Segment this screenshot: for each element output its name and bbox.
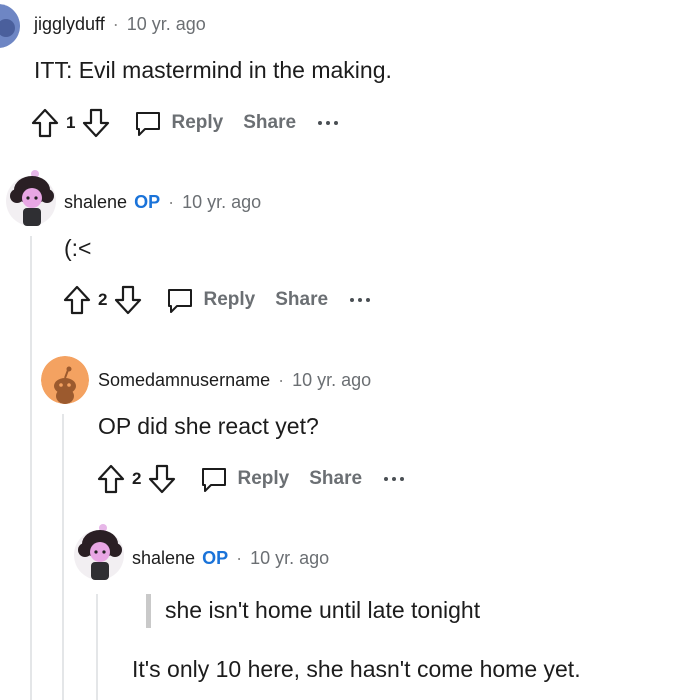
comment-timestamp[interactable]: 10 yr. ago — [292, 370, 371, 391]
avatar[interactable] — [41, 356, 89, 404]
comment-meta: Somedamnusername · 10 yr. ago — [98, 370, 371, 391]
downvote-arrow-icon — [115, 285, 142, 315]
speech-bubble-icon — [202, 468, 227, 492]
comment-actions: 2 Reply Share — [60, 282, 371, 318]
speech-bubble-icon — [168, 289, 193, 313]
meta-separator: · — [112, 14, 119, 34]
user-avatar-icon — [6, 170, 56, 226]
comment-actions: 2 Reply Share — [94, 461, 405, 497]
comment-body: (:< — [64, 235, 92, 261]
comment-timestamp[interactable]: 10 yr. ago — [127, 14, 206, 35]
thread-line-level-2[interactable] — [62, 414, 64, 700]
op-badge: OP — [134, 192, 161, 212]
upvote-button[interactable] — [94, 462, 128, 496]
thread-line-level-1[interactable] — [30, 236, 32, 700]
meta-separator: · — [236, 548, 243, 568]
comment-timestamp[interactable]: 10 yr. ago — [250, 548, 329, 569]
share-button[interactable]: Share — [275, 289, 328, 311]
avatar[interactable] — [72, 522, 126, 582]
downvote-arrow-icon — [83, 108, 110, 138]
share-button[interactable]: Share — [243, 112, 296, 134]
reply-label: Reply — [237, 468, 290, 489]
reply-button[interactable]: Reply — [165, 285, 255, 315]
blockquote-text: she isn't home until late tonight — [165, 597, 481, 623]
share-button[interactable]: Share — [309, 468, 362, 490]
reply-button[interactable]: Reply — [133, 108, 223, 138]
author-name[interactable]: shalene — [64, 192, 127, 213]
reply-label: Reply — [203, 289, 256, 310]
more-options-button[interactable] — [384, 469, 405, 489]
upvote-button[interactable] — [28, 106, 62, 140]
comment-actions: 1 Reply Share — [28, 105, 339, 141]
vote-score: 2 — [132, 469, 142, 488]
reply-button[interactable]: Reply — [199, 464, 289, 494]
downvote-button[interactable] — [79, 106, 113, 140]
snoo-avatar-icon — [41, 356, 89, 404]
more-dots-icon — [384, 477, 405, 481]
more-options-button[interactable] — [350, 290, 371, 310]
vote-score: 1 — [66, 113, 76, 132]
reply-label: Reply — [171, 112, 224, 133]
vote-score: 2 — [98, 290, 108, 309]
op-badge: OP — [202, 548, 229, 568]
avatar[interactable] — [0, 4, 20, 48]
upvote-arrow-icon — [63, 285, 91, 315]
blockquote-bar — [146, 594, 151, 628]
upvote-button[interactable] — [60, 283, 94, 317]
meta-separator: · — [168, 192, 175, 212]
comment-body: It's only 10 here, she hasn't come home … — [132, 656, 581, 682]
thread-line-level-3[interactable] — [96, 594, 98, 700]
user-avatar-icon — [74, 524, 124, 580]
comment-meta: shalene OP · 10 yr. ago — [132, 548, 329, 569]
comment-meta: shalene OP · 10 yr. ago — [64, 192, 261, 213]
user-avatar-icon — [0, 4, 20, 48]
avatar[interactable] — [4, 168, 58, 228]
upvote-arrow-icon — [97, 464, 125, 494]
author-name[interactable]: shalene — [132, 548, 195, 569]
more-options-button[interactable] — [318, 113, 339, 133]
downvote-button[interactable] — [111, 283, 145, 317]
author-name[interactable]: Somedamnusername — [98, 370, 270, 391]
more-dots-icon — [318, 121, 339, 125]
upvote-arrow-icon — [31, 108, 59, 138]
meta-separator: · — [278, 370, 285, 390]
comment-body: OP did she react yet? — [98, 413, 319, 439]
comment-timestamp[interactable]: 10 yr. ago — [182, 192, 261, 213]
more-dots-icon — [350, 298, 371, 302]
comment-body: ITT: Evil mastermind in the making. — [34, 57, 392, 83]
author-name[interactable]: jigglyduff — [34, 14, 105, 35]
downvote-arrow-icon — [149, 464, 176, 494]
speech-bubble-icon — [136, 112, 161, 136]
downvote-button[interactable] — [145, 462, 179, 496]
comment-meta: jigglyduff · 10 yr. ago — [34, 14, 206, 35]
